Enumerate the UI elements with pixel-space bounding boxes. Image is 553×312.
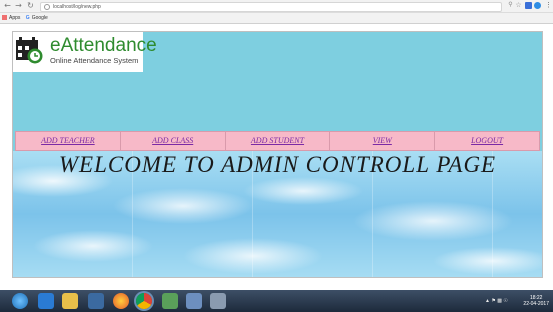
ie-icon[interactable] <box>38 293 54 309</box>
sky-background: WELCOME TO ADMIN CONTROLL PAGE <box>13 151 542 277</box>
system-tray: ▲ ⚑ ▩ ☉ 18:22 22-04-2017 <box>483 290 553 312</box>
address-bar[interactable]: localhost/log/new.php <box>40 2 502 12</box>
reload-icon[interactable]: ↻ <box>26 1 35 10</box>
logo-subtitle: Online Attendance System <box>50 56 139 65</box>
extension-icon[interactable] <box>525 2 532 9</box>
key-icon[interactable]: ⚲ <box>507 2 514 9</box>
logout-link[interactable]: LOGOUT <box>435 132 539 150</box>
add-teacher-link[interactable]: ADD TEACHER <box>16 132 121 150</box>
profile-icon[interactable] <box>534 2 541 9</box>
tray-flag-icon[interactable]: ▲ ⚑ ▩ ☉ <box>485 298 508 304</box>
forward-icon[interactable]: → <box>14 1 23 10</box>
menu-icon[interactable]: ⋮ <box>545 2 552 9</box>
start-button[interactable] <box>12 293 28 309</box>
logo: eAttendance Online Attendance System <box>13 32 157 72</box>
browser-toolbar: ← → ↻ localhost/log/new.php ⚲ ☆ ⋮ <box>0 0 553 13</box>
notepad-icon[interactable] <box>186 293 202 309</box>
folder-icon[interactable] <box>62 293 78 309</box>
back-icon[interactable]: ← <box>3 1 12 10</box>
chrome-icon[interactable] <box>136 293 152 309</box>
admin-navbar: ADD TEACHER ADD CLASS ADD STUDENT VIEW L… <box>15 131 540 151</box>
taskbar: ▲ ⚑ ▩ ☉ 18:22 22-04-2017 <box>0 290 553 312</box>
firefox-icon[interactable] <box>113 293 129 309</box>
bookmark-google[interactable]: Google <box>32 15 48 21</box>
bookmark-star-icon[interactable]: ☆ <box>515 2 522 9</box>
add-student-link[interactable]: ADD STUDENT <box>226 132 331 150</box>
google-icon[interactable]: G <box>26 15 30 21</box>
clock-date: 22-04-2017 <box>523 301 549 307</box>
apps-icon[interactable] <box>2 15 7 21</box>
bookmarks-bar: Apps G Google <box>0 13 553 24</box>
clock[interactable]: 18:22 22-04-2017 <box>523 295 549 307</box>
add-class-link[interactable]: ADD CLASS <box>121 132 226 150</box>
logo-title: eAttendance <box>50 35 157 56</box>
view-link[interactable]: VIEW <box>330 132 436 150</box>
calendar-clock-icon <box>16 37 43 64</box>
paint-icon[interactable] <box>210 293 226 309</box>
media-icon[interactable] <box>88 293 104 309</box>
bookmark-apps[interactable]: Apps <box>9 15 20 21</box>
app-icon[interactable] <box>162 293 178 309</box>
address-url: localhost/log/new.php <box>53 4 101 10</box>
welcome-heading: WELCOME TO ADMIN CONTROLL PAGE <box>58 152 497 177</box>
page-content: eAttendance Online Attendance System ADD… <box>12 31 543 278</box>
info-icon[interactable] <box>44 3 50 10</box>
